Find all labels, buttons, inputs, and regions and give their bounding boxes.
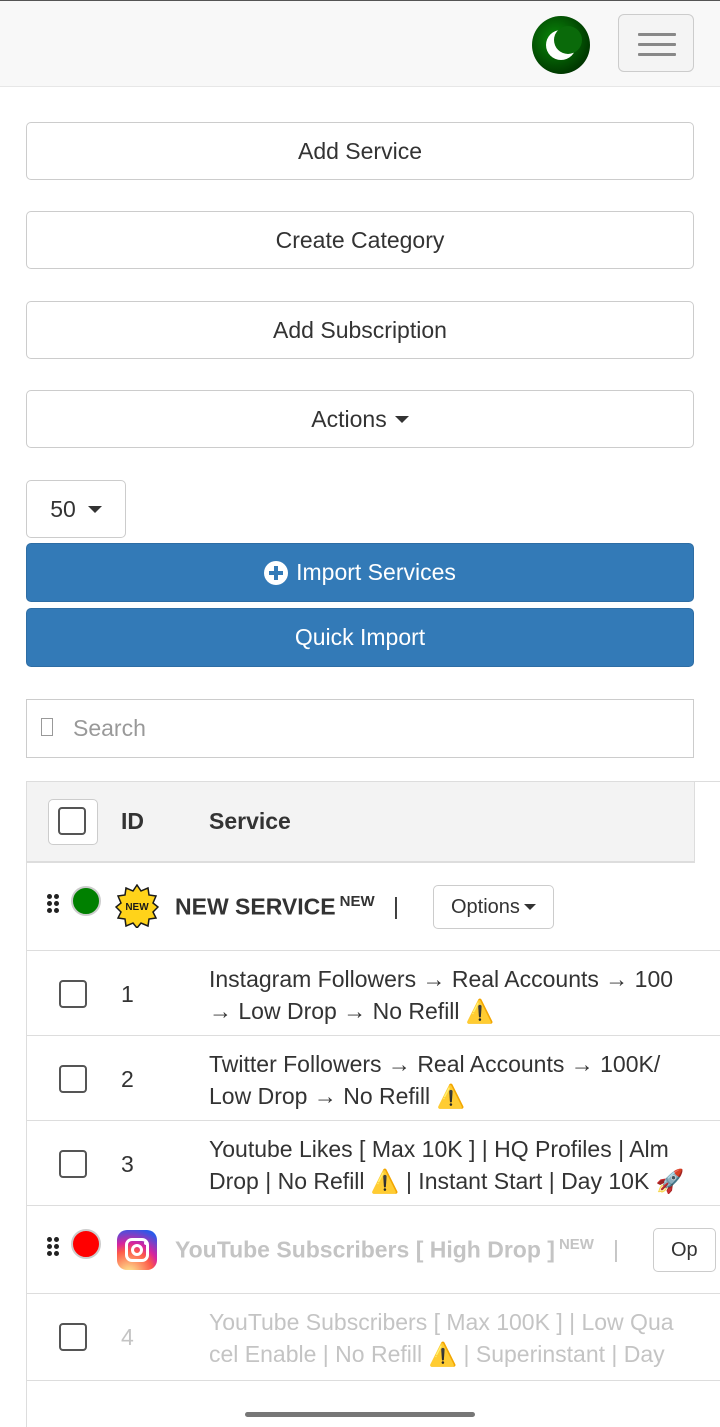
service-name[interactable]: Twitter Followers → Real Accounts → 100K… (209, 1048, 720, 1112)
new-badge: NEW (558, 1236, 594, 1253)
search-box (26, 699, 694, 758)
service-id: 4 (121, 1324, 134, 1350)
drag-handle-icon[interactable] (47, 894, 61, 914)
table-row[interactable]: 4 YouTube Subscribers [ Max 100K ] | Low… (27, 1294, 720, 1381)
svg-text:NEW: NEW (125, 902, 149, 913)
drag-handle-icon[interactable] (47, 1237, 61, 1257)
row-checkbox[interactable] (59, 980, 87, 1008)
import-services-label: Import Services (296, 559, 456, 585)
caret-down-icon (523, 904, 536, 910)
row-checkbox[interactable] (59, 1150, 87, 1178)
separator: | (393, 893, 399, 919)
crescent-moon-icon[interactable] (532, 16, 590, 74)
actions-label: Actions (311, 405, 387, 432)
hamburger-menu-button[interactable] (618, 14, 694, 72)
quick-import-button[interactable]: Quick Import (26, 608, 694, 667)
options-label: Options (451, 895, 520, 918)
service-name[interactable]: YouTube Subscribers [ Max 100K ] | Low Q… (209, 1306, 720, 1370)
top-navbar (0, 0, 720, 87)
new-badge: NEW (339, 893, 375, 910)
plus-circle-icon (264, 560, 289, 585)
row-checkbox[interactable] (59, 1323, 87, 1351)
column-header-service[interactable]: Service (209, 808, 291, 835)
separator: | (613, 1236, 619, 1262)
create-category-button[interactable]: Create Category (26, 211, 694, 269)
column-header-id[interactable]: ID (121, 808, 144, 835)
table-row[interactable]: 1 Instagram Followers → Real Accounts → … (27, 951, 720, 1036)
create-category-label: Create Category (275, 226, 445, 253)
service-id: 2 (121, 1066, 134, 1092)
add-service-label: Add Service (297, 137, 422, 164)
home-indicator (245, 1412, 475, 1417)
status-inactive-icon[interactable] (71, 1229, 101, 1259)
table-row[interactable]: 3 Youtube Likes [ Max 10K ] | HQ Profile… (27, 1121, 720, 1206)
add-subscription-label: Add Subscription (273, 316, 447, 343)
add-service-button[interactable]: Add Service (26, 122, 694, 180)
caret-down-icon (87, 505, 102, 513)
table-row[interactable]: 2 Twitter Followers → Real Accounts → 10… (27, 1036, 720, 1121)
hamburger-menu-icon (638, 33, 676, 36)
service-id: 1 (121, 981, 134, 1007)
import-services-button[interactable]: Import Services (26, 543, 694, 602)
status-active-icon[interactable] (71, 886, 101, 916)
category-name: YouTube Subscribers [ High Drop ] NEW (175, 1236, 594, 1263)
select-all-checkbox[interactable] (58, 807, 86, 835)
instagram-icon (117, 1230, 157, 1270)
service-name[interactable]: Youtube Likes [ Max 10K ] | HQ Profiles … (209, 1133, 720, 1197)
options-label: Op (671, 1238, 698, 1261)
category-options-button[interactable]: Options (433, 885, 554, 929)
new-badge-icon: NEW (115, 884, 159, 928)
table-header: ID Service (27, 782, 695, 863)
service-name[interactable]: Instagram Followers → Real Accounts → 10… (209, 963, 720, 1027)
per-page-value: 50 (50, 495, 76, 522)
search-icon (41, 718, 53, 736)
category-name: NEW SERVICE NEW (175, 893, 375, 920)
category-options-button[interactable]: Op (653, 1228, 716, 1272)
select-all-wrapper[interactable] (48, 799, 98, 845)
quick-import-label: Quick Import (294, 624, 426, 650)
caret-down-icon (394, 415, 409, 423)
per-page-dropdown[interactable]: 50 (26, 480, 126, 538)
category-row: YouTube Subscribers [ High Drop ] NEW | O… (27, 1206, 720, 1294)
service-id: 3 (121, 1151, 134, 1177)
add-subscription-button[interactable]: Add Subscription (26, 301, 694, 359)
services-table: ID Service NEW NEW SERVICE NEW | Options … (26, 781, 720, 1427)
actions-dropdown-button[interactable]: Actions (26, 390, 694, 448)
search-input[interactable] (71, 700, 671, 757)
row-checkbox[interactable] (59, 1065, 87, 1093)
category-row: NEW NEW SERVICE NEW | Options (27, 863, 720, 951)
